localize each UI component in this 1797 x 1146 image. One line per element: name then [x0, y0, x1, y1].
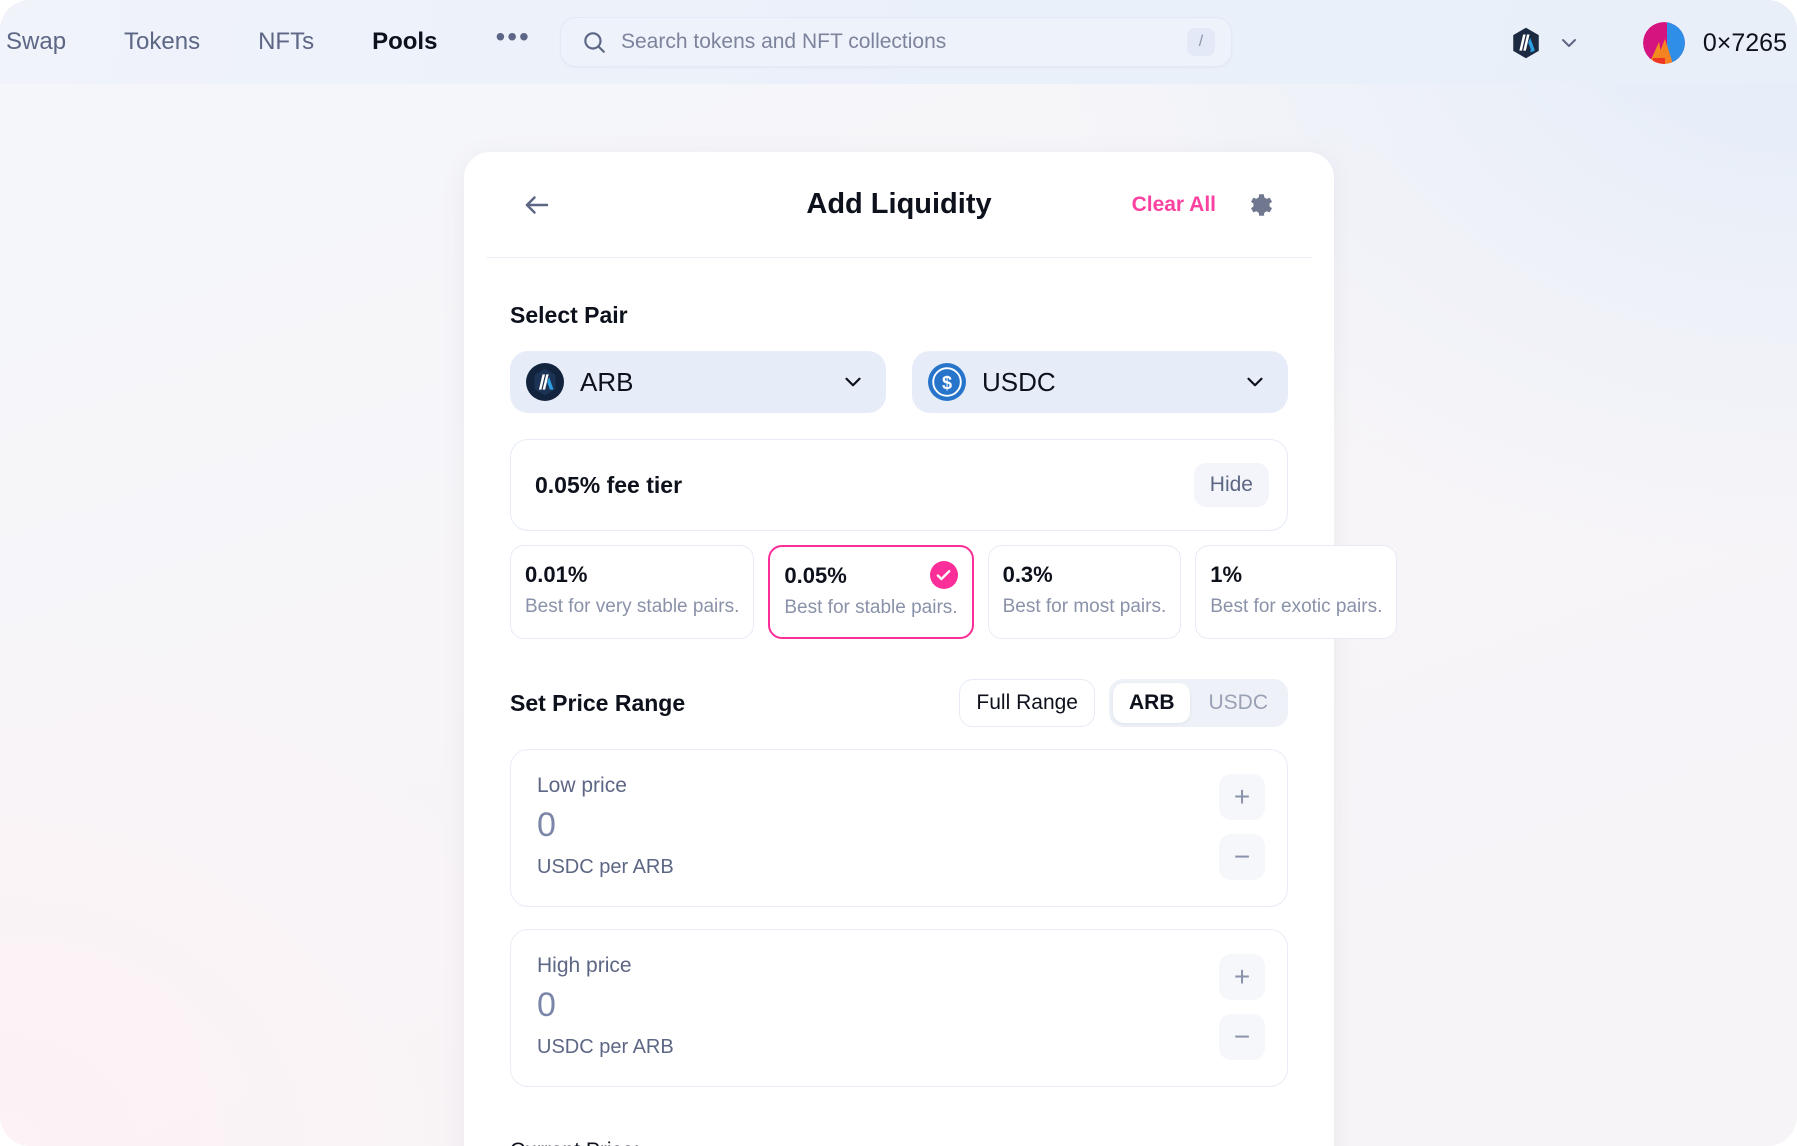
fee-tier-option[interactable]: 1% Best for exotic pairs.	[1195, 545, 1398, 639]
card-body: Select Pair ARB $ USDC 0.05% fee tier Hi…	[464, 302, 1398, 1146]
back-button[interactable]	[518, 186, 556, 224]
token-selector-quote[interactable]: $ USDC	[912, 351, 1288, 413]
token-symbol: ARB	[580, 366, 634, 397]
base-token-toggle: ARB USDC	[1108, 679, 1288, 727]
fee-tier-summary-label: 0.05% fee tier	[535, 471, 683, 498]
header-right-group: 0×7265	[1499, 14, 1797, 72]
clear-all-button[interactable]: Clear All	[1132, 193, 1216, 217]
search-container: /	[560, 17, 1232, 67]
toggle-option-usdc[interactable]: USDC	[1192, 683, 1284, 723]
hide-fee-tiers-button[interactable]: Hide	[1193, 463, 1269, 507]
chevron-down-icon	[840, 369, 866, 395]
search-icon	[581, 29, 607, 55]
top-navigation-bar: Swap Tokens NFTs Pools ••• /	[0, 0, 1797, 84]
add-liquidity-card: Add Liquidity Clear All Select Pair ARB …	[464, 152, 1398, 1146]
nav-more-icon[interactable]: •••	[485, 23, 540, 58]
fee-tier-options: 0.01% Best for very stable pairs. 0.05% …	[510, 545, 1398, 639]
set-price-range-label: Set Price Range	[510, 689, 686, 716]
low-price-increment-button[interactable]: +	[1219, 774, 1265, 820]
fee-tier-percent: 0.01%	[525, 562, 588, 587]
fee-tier-option[interactable]: 0.3% Best for most pairs.	[987, 545, 1182, 639]
low-price-value[interactable]: 0	[537, 807, 1219, 844]
chevron-down-icon	[1557, 31, 1581, 55]
card-header-actions: Clear All	[1132, 188, 1276, 222]
token-selector-base[interactable]: ARB	[510, 351, 886, 413]
nav-item-pools[interactable]: Pools	[362, 22, 447, 62]
search-shortcut-key: /	[1187, 28, 1215, 56]
high-price-decrement-button[interactable]: −	[1219, 1014, 1265, 1060]
fee-tier-description: Best for stable pairs.	[784, 597, 958, 618]
search-input[interactable]	[621, 30, 1173, 54]
token-symbol: USDC	[982, 366, 1056, 397]
fee-tier-description: Best for very stable pairs.	[525, 596, 740, 617]
fee-tier-option-selected[interactable]: 0.05% Best for stable pairs.	[768, 545, 974, 639]
low-price-steppers: + −	[1219, 774, 1265, 880]
app-screen: Swap Tokens NFTs Pools ••• /	[0, 0, 1797, 1146]
full-range-button[interactable]: Full Range	[959, 679, 1095, 727]
card-header: Add Liquidity Clear All	[486, 152, 1312, 258]
arbitrum-logo-icon	[1513, 27, 1539, 59]
high-price-unit: USDC per ARB	[537, 1035, 674, 1058]
high-price-increment-button[interactable]: +	[1219, 954, 1265, 1000]
account-chip[interactable]: 0×7265	[1629, 14, 1797, 72]
select-pair-label: Select Pair	[510, 302, 628, 328]
low-price-input-group: Low price 0 USDC per ARB + −	[510, 749, 1288, 907]
main-nav: Swap Tokens NFTs Pools •••	[0, 22, 541, 62]
price-range-header: Set Price Range Full Range ARB USDC	[510, 679, 1288, 727]
current-price-block: Current Price: 0.955587 USDC per ARB	[510, 1139, 1288, 1146]
high-price-input-group: High price 0 USDC per ARB + −	[510, 929, 1288, 1087]
toggle-option-arb[interactable]: ARB	[1112, 683, 1191, 723]
arb-token-icon	[526, 363, 564, 401]
avatar	[1642, 22, 1685, 64]
search-box[interactable]: /	[560, 17, 1232, 67]
fee-tier-percent: 1%	[1210, 562, 1243, 587]
low-price-fields: Low price 0 USDC per ARB	[537, 774, 1219, 880]
nav-item-swap[interactable]: Swap	[0, 22, 76, 62]
low-price-decrement-button[interactable]: −	[1219, 834, 1265, 880]
settings-gear-icon[interactable]	[1242, 188, 1276, 222]
high-price-value[interactable]: 0	[537, 987, 1219, 1024]
fee-tier-description: Best for exotic pairs.	[1210, 596, 1383, 617]
network-selector[interactable]	[1499, 18, 1591, 68]
svg-text:$: $	[942, 373, 952, 393]
high-price-label: High price	[537, 954, 632, 977]
fee-tier-option[interactable]: 0.01% Best for very stable pairs.	[510, 545, 755, 639]
price-range-controls: Full Range ARB USDC	[959, 679, 1288, 727]
fee-tier-summary-bar: 0.05% fee tier Hide	[510, 439, 1288, 531]
check-icon	[929, 561, 958, 589]
current-price-label: Current Price:	[510, 1139, 1288, 1146]
nav-item-nfts[interactable]: NFTs	[248, 22, 324, 62]
high-price-fields: High price 0 USDC per ARB	[537, 954, 1219, 1060]
token-pair-row: ARB $ USDC	[510, 351, 1288, 413]
fee-tier-description: Best for most pairs.	[1002, 596, 1167, 617]
nav-item-tokens[interactable]: Tokens	[114, 22, 210, 62]
chevron-down-icon	[1242, 369, 1268, 395]
account-address: 0×7265	[1702, 28, 1787, 57]
fee-tier-percent: 0.3%	[1002, 562, 1053, 587]
usdc-token-icon: $	[928, 363, 966, 401]
low-price-unit: USDC per ARB	[537, 855, 674, 878]
high-price-steppers: + −	[1219, 954, 1265, 1060]
low-price-label: Low price	[537, 774, 627, 797]
